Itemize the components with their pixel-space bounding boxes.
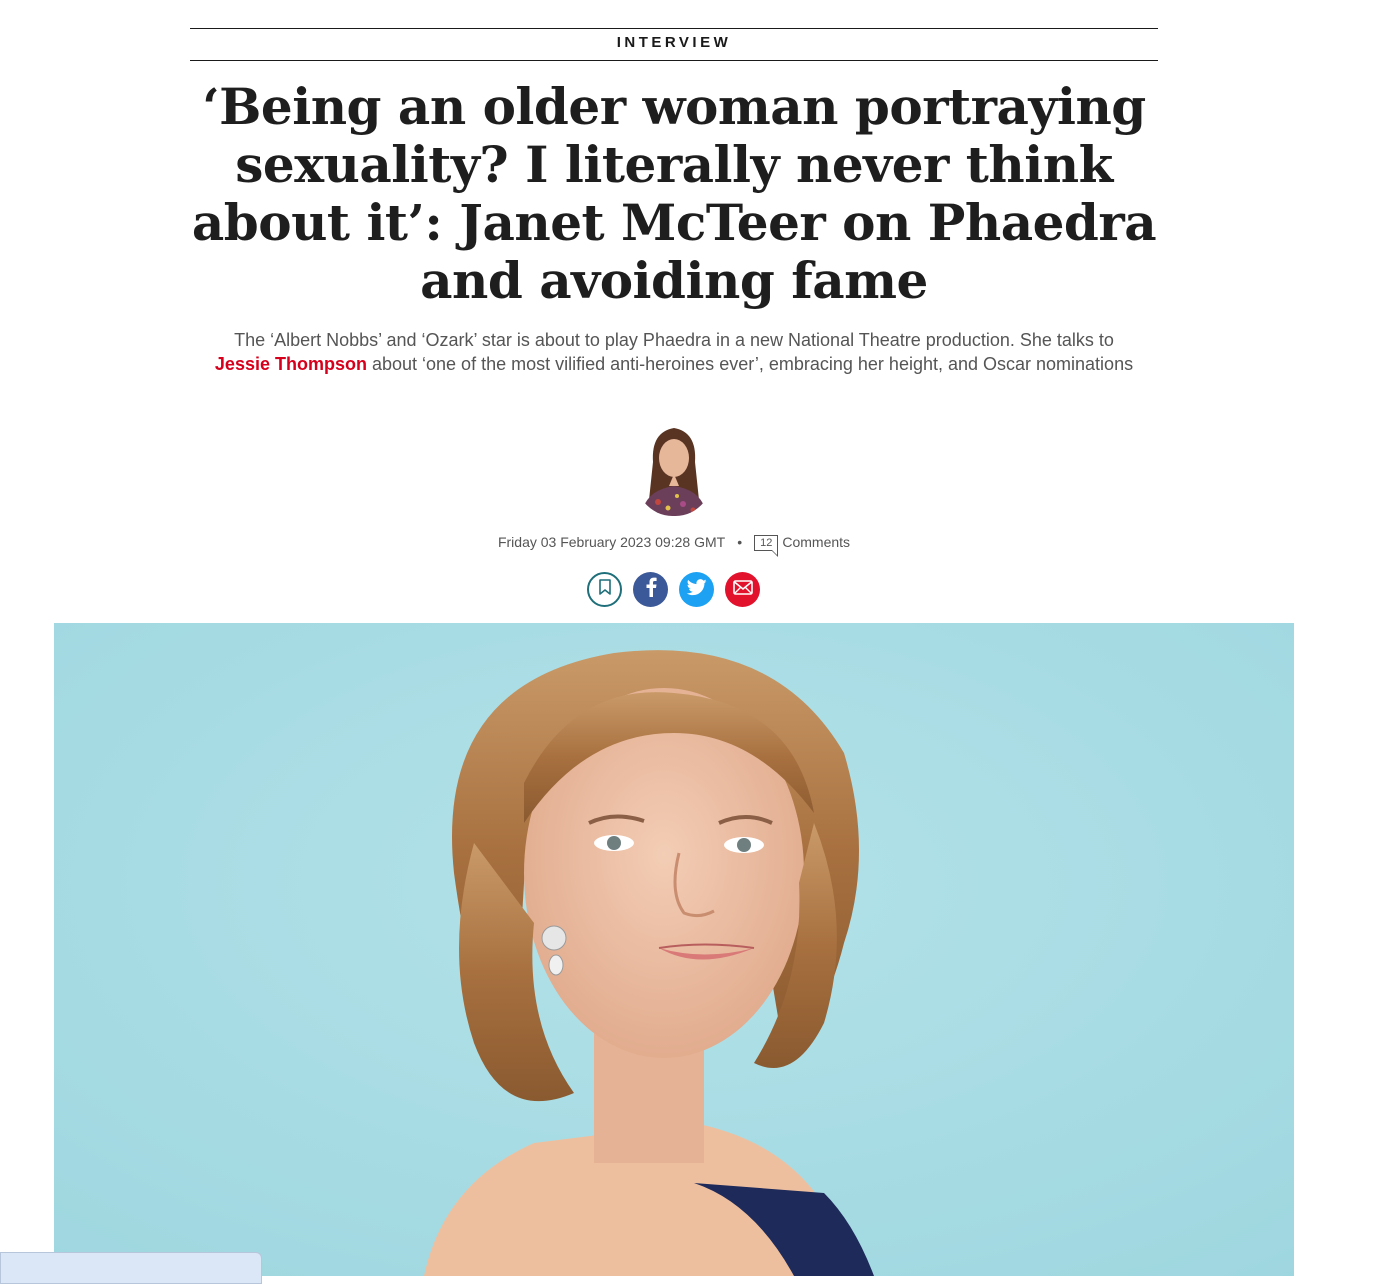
section-kicker: INTERVIEW — [616, 34, 732, 51]
publish-date: Friday 03 February 2023 09:28 GMT — [497, 534, 726, 550]
twitter-share-button[interactable] — [679, 572, 714, 607]
share-bar — [587, 572, 760, 607]
facebook-icon — [644, 577, 658, 602]
kicker-rule-bottom — [190, 60, 1158, 61]
bottom-popup-tab[interactable] — [0, 1252, 262, 1284]
kicker-rule-top — [190, 28, 1158, 29]
twitter-icon — [686, 578, 707, 601]
email-icon — [732, 579, 753, 600]
article-standfirst: The ‘Albert Nobbs’ and ‘Ozark’ star is a… — [190, 328, 1158, 376]
standfirst-text-after: about ‘one of the most vilified anti-her… — [371, 354, 1134, 374]
email-share-button[interactable] — [725, 572, 760, 607]
article-meta: Friday 03 February 2023 09:28 GMT • 12 Comm… — [0, 534, 1348, 557]
author-avatar[interactable] — [633, 422, 715, 516]
author-link[interactable]: Jessie Thompson — [215, 354, 367, 374]
bookmark-button[interactable] — [587, 572, 622, 607]
comments-link[interactable]: Comments — [782, 534, 850, 550]
standfirst-text-before: The ‘Albert Nobbs’ and ‘Ozark’ star is a… — [234, 330, 1114, 350]
meta-separator: • — [737, 534, 743, 550]
article-headline: ‘Being an older woman portraying sexuali… — [191, 77, 1157, 310]
comment-count-badge[interactable]: 12 — [754, 535, 779, 557]
bookmark-icon — [598, 579, 612, 600]
hero-image — [54, 623, 1294, 1276]
facebook-share-button[interactable] — [633, 572, 668, 607]
